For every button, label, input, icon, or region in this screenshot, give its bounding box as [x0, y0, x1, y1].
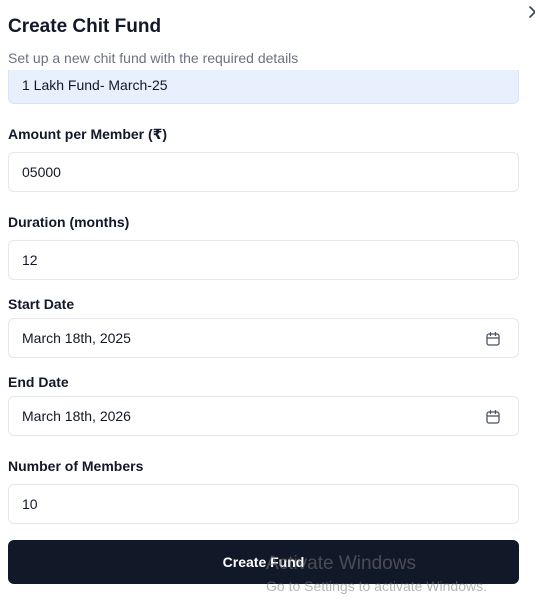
form-scroll-area[interactable]: 1 Lakh Fund- March-25 Amount per Member …: [0, 70, 535, 613]
start-date-value: March 18th, 2025: [22, 330, 131, 346]
amount-input[interactable]: 05000: [8, 152, 519, 192]
members-input[interactable]: 10: [8, 484, 519, 524]
calendar-icon: [485, 331, 501, 347]
create-chit-fund-dialog: Create Chit Fund Set up a new chit fund …: [0, 0, 535, 613]
members-value: 10: [22, 496, 38, 512]
amount-value: 05000: [22, 164, 61, 180]
fund-name-value: 1 Lakh Fund- March-25: [22, 77, 168, 93]
start-date-picker[interactable]: March 18th, 2025: [8, 318, 519, 358]
end-date-value: March 18th, 2026: [22, 408, 131, 424]
start-date-label: Start Date: [8, 296, 75, 312]
duration-input[interactable]: 12: [8, 240, 519, 280]
end-date-label: End Date: [8, 374, 69, 390]
create-fund-button[interactable]: Create Fund: [8, 540, 519, 584]
end-date-picker[interactable]: March 18th, 2026: [8, 396, 519, 436]
fund-name-input[interactable]: 1 Lakh Fund- March-25: [8, 70, 519, 104]
amount-label: Amount per Member (₹): [8, 126, 168, 142]
members-label: Number of Members: [8, 458, 144, 474]
dialog-subtitle: Set up a new chit fund with the required…: [8, 50, 299, 66]
chevron-right-icon[interactable]: [524, 2, 535, 22]
dialog-title: Create Chit Fund: [8, 16, 162, 37]
duration-label: Duration (months): [8, 214, 130, 230]
calendar-icon: [485, 409, 501, 425]
duration-value: 12: [22, 252, 38, 268]
